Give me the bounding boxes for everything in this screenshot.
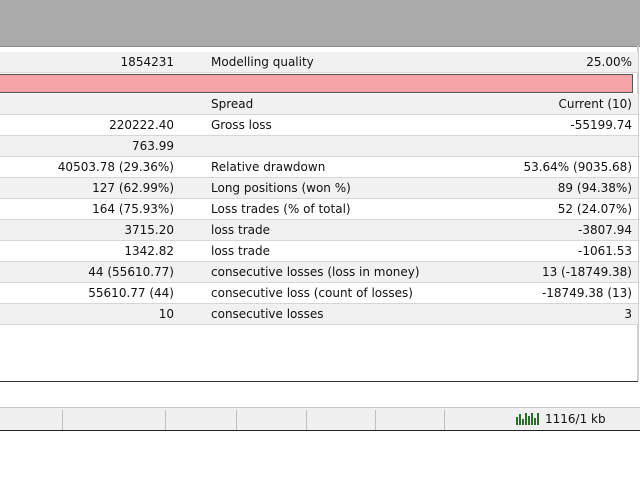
row-label: loss trade bbox=[211, 244, 270, 258]
report-row: 220222.40 Gross loss -55199.74 bbox=[0, 115, 638, 136]
row-value-left: 127 (62.99%) bbox=[92, 181, 174, 195]
row-value-right: 52 (24.07%) bbox=[557, 202, 632, 216]
row-label: consecutive losses bbox=[211, 307, 324, 321]
modelling-quality-bar bbox=[0, 74, 633, 93]
status-separator bbox=[306, 410, 307, 430]
status-separator bbox=[375, 410, 376, 430]
report-row: 44 (55610.77) consecutive losses (loss i… bbox=[0, 262, 638, 283]
row-label: Relative drawdown bbox=[211, 160, 326, 174]
report-row-modelling: 1854231 Modelling quality 25.00% bbox=[0, 52, 638, 73]
row-label: consecutive losses (loss in money) bbox=[211, 265, 420, 279]
row-value-left: 763.99 bbox=[132, 139, 174, 153]
report-row: Spread Current (10) bbox=[0, 94, 638, 115]
report-row: 10 consecutive losses 3 bbox=[0, 304, 638, 325]
row-label: loss trade bbox=[211, 223, 270, 237]
report-row: 127 (62.99%) Long positions (won %) 89 (… bbox=[0, 178, 638, 199]
row-value-left: 3715.20 bbox=[124, 223, 174, 237]
strategy-report: 1854231 Modelling quality 25.00% Spread … bbox=[0, 52, 638, 325]
row-value-left: 1342.82 bbox=[124, 244, 174, 258]
row-value-right: 89 (94.38%) bbox=[557, 181, 632, 195]
row-label: Gross loss bbox=[211, 118, 272, 132]
report-row: 55610.77 (44) consecutive loss (count of… bbox=[0, 283, 638, 304]
top-panel-area bbox=[0, 0, 640, 47]
row-value-left: 44 (55610.77) bbox=[88, 265, 174, 279]
traffic-bars-icon bbox=[516, 413, 542, 425]
status-separator bbox=[165, 410, 166, 430]
row-value-left: 55610.77 (44) bbox=[88, 286, 174, 300]
row-value-right: -18749.38 (13) bbox=[541, 286, 632, 300]
row-value-right: -1061.53 bbox=[578, 244, 632, 258]
row-value-right: -3807.94 bbox=[578, 223, 632, 237]
row-value-left: 10 bbox=[158, 307, 174, 321]
row-value-right: 53.64% (9035.68) bbox=[523, 160, 632, 174]
status-separator bbox=[444, 410, 445, 430]
row-value-left: 220222.40 bbox=[109, 118, 174, 132]
status-bar: 1116/1 kb bbox=[0, 407, 640, 431]
bars-tested-value: 1854231 bbox=[120, 55, 174, 69]
report-row: 164 (75.93%) Loss trades (% of total) 52… bbox=[0, 199, 638, 220]
modelling-quality-value: 25.00% bbox=[586, 55, 632, 69]
row-label: Loss trades (% of total) bbox=[211, 202, 351, 216]
report-row: 3715.20 loss trade -3807.94 bbox=[0, 220, 638, 241]
row-value-left: 40503.78 (29.36%) bbox=[57, 160, 174, 174]
row-value-right: Current (10) bbox=[558, 97, 632, 111]
modelling-quality-label: Modelling quality bbox=[211, 55, 314, 69]
status-separator bbox=[62, 410, 63, 430]
report-row: 763.99 bbox=[0, 136, 638, 157]
row-value-left: 164 (75.93%) bbox=[92, 202, 174, 216]
row-label: Spread bbox=[211, 97, 254, 111]
traffic-counter: 1116/1 kb bbox=[545, 412, 606, 426]
row-value-right: -55199.74 bbox=[570, 118, 632, 132]
row-value-right: 3 bbox=[624, 307, 632, 321]
row-value-left bbox=[0, 94, 174, 114]
row-label: Long positions (won %) bbox=[211, 181, 351, 195]
status-separator bbox=[236, 410, 237, 430]
report-row: 1342.82 loss trade -1061.53 bbox=[0, 241, 638, 262]
report-bottom-border bbox=[0, 381, 638, 382]
report-row: 40503.78 (29.36%) Relative drawdown 53.6… bbox=[0, 157, 638, 178]
row-label: consecutive loss (count of losses) bbox=[211, 286, 413, 300]
row-value-right: 13 (-18749.38) bbox=[541, 265, 632, 279]
